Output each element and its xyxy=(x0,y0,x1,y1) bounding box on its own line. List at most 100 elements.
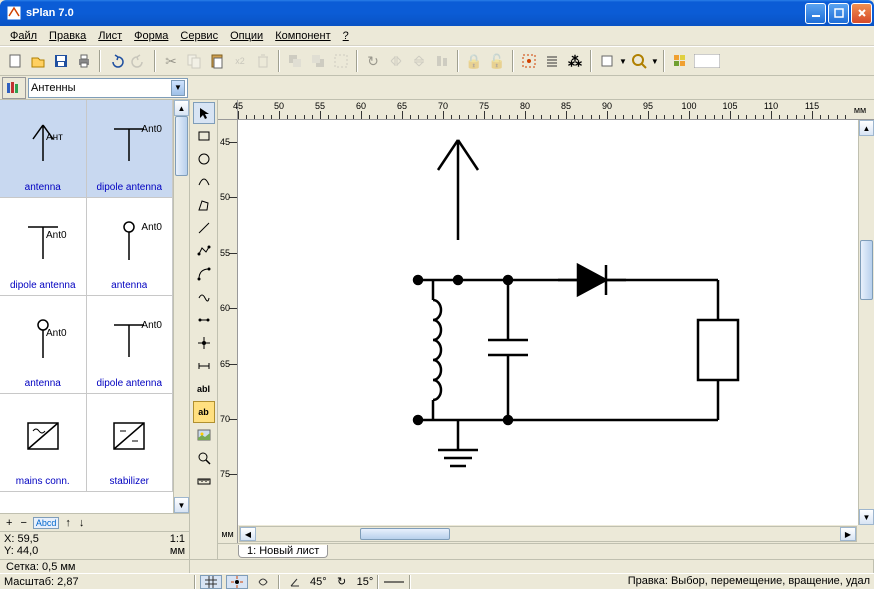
palette-item[interactable]: Антantenna xyxy=(0,100,87,198)
pointer-tool[interactable] xyxy=(193,102,215,124)
line-tool[interactable] xyxy=(193,217,215,239)
maximize-button[interactable] xyxy=(828,3,849,24)
pal-minus-button[interactable]: − xyxy=(18,517,28,529)
menu-service[interactable]: Сервис xyxy=(174,28,224,44)
library-select[interactable]: Антенны ▼ xyxy=(28,78,188,98)
canvas-hscrollbar[interactable]: ◀ ▶ xyxy=(238,525,858,543)
palette-item[interactable]: mains conn. xyxy=(0,394,87,492)
save-button[interactable] xyxy=(50,50,72,72)
bezier-tool[interactable] xyxy=(193,263,215,285)
rotate-step-button[interactable]: ↻ xyxy=(331,575,353,589)
rubber-toggle-button[interactable] xyxy=(252,575,274,589)
open-button[interactable] xyxy=(27,50,49,72)
menu-options[interactable]: Опции xyxy=(224,28,269,44)
menu-edit[interactable]: Правка xyxy=(43,28,92,44)
polygon-tool[interactable] xyxy=(193,194,215,216)
lineweight-button[interactable] xyxy=(383,575,405,589)
rect-tool[interactable] xyxy=(193,125,215,147)
scroll-down-arrow[interactable]: ▼ xyxy=(174,497,189,513)
scroll-down-arrow[interactable]: ▼ xyxy=(859,509,874,525)
measure-tool[interactable] xyxy=(193,470,215,492)
menu-component[interactable]: Компонент xyxy=(269,28,336,44)
new-button[interactable] xyxy=(4,50,26,72)
palette-item[interactable]: Ant0dipole antenna xyxy=(87,296,174,394)
connection-tool[interactable] xyxy=(193,309,215,331)
undo-button[interactable] xyxy=(105,50,127,72)
palette-item[interactable]: Ant0dipole antenna xyxy=(0,198,87,296)
image-tool[interactable] xyxy=(193,424,215,446)
print-button[interactable] xyxy=(73,50,95,72)
align-button[interactable] xyxy=(431,50,453,72)
scroll-right-arrow[interactable]: ▶ xyxy=(840,527,856,541)
status-bar: Масштаб: 2,87 45° ↻ 15° Правка: Выбор, п… xyxy=(0,573,874,589)
delete-button[interactable] xyxy=(252,50,274,72)
palette-scrollbar[interactable]: ▲ ▼ xyxy=(173,100,189,513)
menu-help[interactable]: ? xyxy=(337,28,355,44)
sheet-tab-1[interactable]: 1: Новый лист xyxy=(238,545,328,558)
options-button[interactable] xyxy=(596,50,618,72)
palette-item[interactable]: Ant0antenna xyxy=(0,296,87,394)
group-button[interactable] xyxy=(330,50,352,72)
scroll-thumb[interactable] xyxy=(360,528,450,540)
palette-item[interactable]: Ant0dipole antenna xyxy=(87,100,174,198)
vertical-ruler[interactable]: 4550556065707580 xyxy=(218,120,238,525)
window-title: sPlan 7.0 xyxy=(26,7,805,19)
scroll-up-arrow[interactable]: ▲ xyxy=(174,100,189,116)
spline-tool[interactable] xyxy=(193,286,215,308)
zoom-tool[interactable] xyxy=(193,447,215,469)
front-button[interactable] xyxy=(284,50,306,72)
lock-button[interactable]: 🔒 xyxy=(463,50,485,72)
flipv-button[interactable] xyxy=(408,50,430,72)
menu-file[interactable]: Файл xyxy=(4,28,43,44)
snap-toggle-button[interactable] xyxy=(226,575,248,589)
fliph-button[interactable] xyxy=(385,50,407,72)
horizontal-ruler[interactable]: 4550556065707580859095100105110115 мм xyxy=(218,100,874,120)
scroll-thumb[interactable] xyxy=(175,116,188,176)
pal-down-button[interactable]: ↓ xyxy=(77,517,87,529)
minimize-button[interactable] xyxy=(805,3,826,24)
menu-sheet[interactable]: Лист xyxy=(92,28,128,44)
menu-bar: Файл Правка Лист Форма Сервис Опции Комп… xyxy=(0,26,874,46)
rotate-button[interactable]: ↻ xyxy=(362,50,384,72)
library-books-button[interactable] xyxy=(2,77,26,99)
coord-y: Y: 44,0 xyxy=(4,545,95,557)
snap-button[interactable] xyxy=(518,50,540,72)
list-button[interactable] xyxy=(541,50,563,72)
scroll-thumb[interactable] xyxy=(860,240,873,300)
scroll-up-arrow[interactable]: ▲ xyxy=(859,120,874,136)
copy-button[interactable] xyxy=(183,50,205,72)
unlock-button[interactable]: 🔓 xyxy=(486,50,508,72)
cut-button[interactable]: ✂ xyxy=(160,50,182,72)
status-grid-row: Сетка: 0,5 мм xyxy=(0,559,874,573)
palette-item[interactable]: Ant0antenna xyxy=(87,198,174,296)
redo-button[interactable] xyxy=(128,50,150,72)
palette-item[interactable]: stabilizer xyxy=(87,394,174,492)
dimension-tool[interactable] xyxy=(193,355,215,377)
palette-caption: dipole antenna xyxy=(96,180,162,193)
scroll-left-arrow[interactable]: ◀ xyxy=(240,527,256,541)
duplicate-button[interactable]: x2 xyxy=(229,50,251,72)
angle-button[interactable] xyxy=(284,575,306,589)
close-button[interactable] xyxy=(851,3,872,24)
text-tool[interactable]: abI xyxy=(193,378,215,400)
canvas-vscrollbar[interactable]: ▲ ▼ xyxy=(858,120,874,525)
drawing-canvas[interactable] xyxy=(238,120,858,525)
menu-form[interactable]: Форма xyxy=(128,28,174,44)
back-button[interactable] xyxy=(307,50,329,72)
node-tool[interactable] xyxy=(193,332,215,354)
find-button[interactable]: ⁂ xyxy=(564,50,586,72)
swatch-button[interactable] xyxy=(692,50,722,72)
paste-button[interactable] xyxy=(206,50,228,72)
pal-up-button[interactable]: ↑ xyxy=(63,517,73,529)
zoom-button[interactable] xyxy=(628,50,650,72)
sheet-tabs: 1: Новый лист xyxy=(218,543,874,559)
pal-abcd-button[interactable]: Abcd xyxy=(33,517,60,529)
polyline-tool[interactable] xyxy=(193,240,215,262)
pal-plus-button[interactable]: + xyxy=(4,517,14,529)
palette-caption: antenna xyxy=(25,180,61,193)
circle-tool[interactable] xyxy=(193,148,215,170)
grid-toggle-button[interactable] xyxy=(200,575,222,589)
textblock-tool[interactable]: ab xyxy=(193,401,215,423)
colors-button[interactable] xyxy=(669,50,691,72)
ellipse-tool[interactable] xyxy=(193,171,215,193)
